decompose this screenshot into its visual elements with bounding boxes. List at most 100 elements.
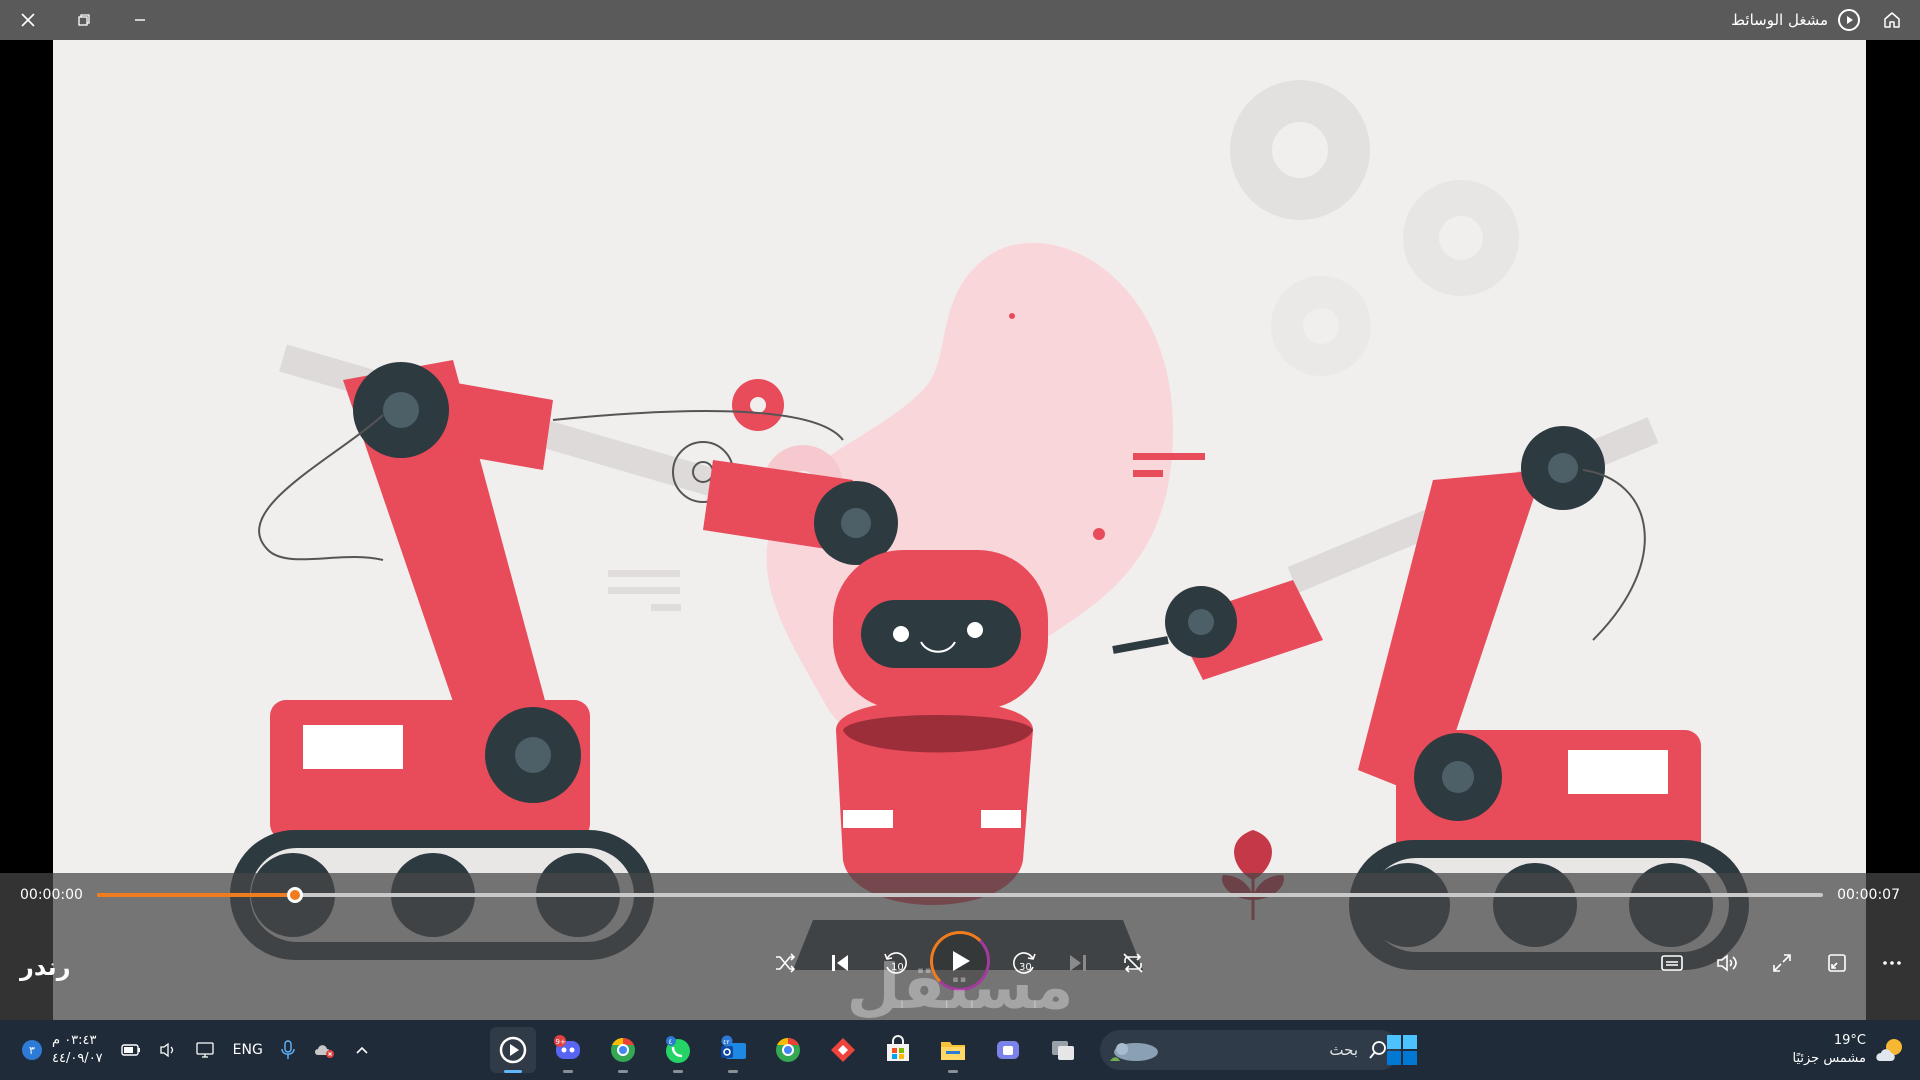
next-button[interactable] — [1058, 943, 1098, 983]
speaker-button[interactable] — [159, 1042, 177, 1058]
network-icon — [196, 1042, 214, 1058]
close-button[interactable] — [0, 0, 56, 40]
discord-icon: 9+ — [554, 1035, 580, 1059]
chrome-icon — [611, 1037, 635, 1062]
show-hidden-icons-button[interactable] — [355, 1045, 369, 1055]
player-controls: 00:00:00 00:00:07 رندر 10 30 — [0, 873, 1920, 1020]
next-icon — [1070, 955, 1086, 971]
taskbar: ٣ ٠٣:٤٣ م ٤٤/٠٩/٠٧ ENG 9+ ٤ ٤٢ بحث 19°C … — [0, 1020, 1920, 1080]
gear-icon — [732, 379, 784, 431]
language-button[interactable]: ENG — [233, 1042, 263, 1058]
volume-icon — [1717, 954, 1737, 972]
restore-icon — [78, 14, 90, 26]
cloud-error-icon — [314, 1045, 334, 1058]
skip-forward-button[interactable]: 30 — [1005, 943, 1045, 983]
minimize-button[interactable] — [112, 0, 168, 40]
store-icon — [887, 1035, 909, 1061]
seek-progress — [97, 893, 296, 897]
gear-icon — [1230, 80, 1370, 220]
search-highlight-icon — [1110, 1043, 1158, 1061]
restore-button[interactable] — [56, 0, 112, 40]
decor-dot — [1093, 528, 1105, 540]
search-box[interactable]: بحث — [1100, 1030, 1400, 1070]
skip-forward-icon: 30 — [1013, 952, 1036, 974]
title-bar: مشغل الوسائط — [0, 0, 1920, 40]
decor-line — [651, 604, 681, 611]
decor-line — [608, 570, 680, 577]
clock-time: ٠٣:٤٣ م — [52, 1033, 97, 1048]
taskbar-teams[interactable] — [985, 1027, 1031, 1073]
seek-bar[interactable] — [97, 887, 1823, 903]
taskbar-media-player[interactable] — [490, 1027, 536, 1073]
taskbar-whatsapp[interactable]: ٤ — [655, 1027, 701, 1073]
folder-icon — [941, 1042, 965, 1060]
weather-widget[interactable]: 19°C مشمس جزئيًا — [1793, 1020, 1909, 1080]
clock-date: ٤٤/٠٩/٠٧ — [52, 1051, 103, 1066]
start-button[interactable] — [1386, 1034, 1418, 1066]
notification-badge[interactable]: ٣ — [22, 1040, 42, 1060]
skip-back-icon: 10 — [884, 952, 907, 974]
whatsapp-icon: ٤ — [666, 1036, 690, 1063]
decor-line — [608, 587, 680, 594]
media-player-icon — [1838, 9, 1860, 31]
weather-description: مشمس جزئيًا — [1792, 1051, 1867, 1066]
gear-icon — [1271, 276, 1371, 376]
fullscreen-button[interactable] — [1762, 943, 1802, 983]
skip-back-label: 10 — [891, 962, 904, 973]
svg-text:٤٢: ٤٢ — [723, 1039, 729, 1046]
decor-dot — [1009, 313, 1015, 319]
volume-button[interactable] — [1707, 943, 1747, 983]
onedrive-button[interactable] — [313, 1041, 337, 1059]
chevron-up-icon — [356, 1046, 368, 1054]
clock-area[interactable]: ٣ ٠٣:٤٣ م ٤٤/٠٩/٠٧ — [22, 1032, 103, 1068]
play-icon — [953, 951, 970, 971]
taskbar-chrome[interactable] — [765, 1027, 811, 1073]
captions-icon — [1661, 955, 1683, 971]
close-icon — [21, 13, 35, 27]
minimize-icon — [135, 19, 145, 21]
anydesk-icon — [831, 1038, 855, 1062]
current-time: 00:00:00 — [20, 887, 83, 903]
search-placeholder: بحث — [1329, 1041, 1358, 1059]
svg-text:9+: 9+ — [556, 1038, 566, 1046]
shuffle-button[interactable] — [765, 943, 805, 983]
play-button[interactable] — [930, 931, 990, 991]
seek-thumb[interactable] — [287, 887, 304, 903]
media-title: رندر — [20, 953, 71, 981]
previous-icon — [832, 955, 848, 971]
taskbar-outlook[interactable]: ٤٢ — [710, 1027, 756, 1073]
taskbar-chrome-profile[interactable] — [600, 1027, 646, 1073]
media-player-icon — [499, 1036, 527, 1064]
more-icon — [1883, 961, 1901, 965]
fullscreen-icon — [1773, 954, 1791, 972]
gear-icon — [1403, 180, 1519, 296]
previous-button[interactable] — [820, 943, 860, 983]
home-icon — [1884, 12, 1900, 28]
decor-line — [1133, 453, 1205, 460]
taskbar-task-view[interactable] — [1040, 1027, 1086, 1073]
taskbar-file-explorer[interactable] — [930, 1027, 976, 1073]
clock: ٠٣:٤٣ م ٤٤/٠٩/٠٧ — [52, 1032, 103, 1068]
windows-icon — [1387, 1035, 1417, 1065]
task-view-icon — [1052, 1041, 1074, 1060]
taskbar-discord[interactable]: 9+ — [545, 1027, 591, 1073]
repeat-button[interactable] — [1113, 943, 1153, 983]
mini-player-icon — [1828, 954, 1846, 972]
decor-line — [1133, 470, 1163, 477]
mini-player-button[interactable] — [1817, 943, 1857, 983]
captions-button[interactable] — [1652, 943, 1692, 983]
home-button[interactable] — [1864, 0, 1920, 40]
taskbar-anydesk[interactable] — [820, 1027, 866, 1073]
outlook-icon: ٤٢ — [721, 1035, 746, 1059]
battery-icon — [120, 1044, 140, 1056]
more-options-button[interactable] — [1872, 943, 1912, 983]
skip-back-button[interactable]: 10 — [875, 943, 915, 983]
weather-text: 19°C مشمس جزئيًا — [1793, 1032, 1867, 1068]
network-button[interactable] — [195, 1041, 215, 1059]
taskbar-microsoft-store[interactable] — [875, 1027, 921, 1073]
shuffle-icon — [776, 953, 796, 973]
microphone-button[interactable] — [281, 1040, 295, 1060]
battery-button[interactable] — [120, 1043, 141, 1057]
media-player-screen: مشغل الوسائط 00:00:00 00:00:07 رندر 10 3… — [0, 0, 1920, 1080]
skip-forward-label: 30 — [1019, 962, 1032, 973]
